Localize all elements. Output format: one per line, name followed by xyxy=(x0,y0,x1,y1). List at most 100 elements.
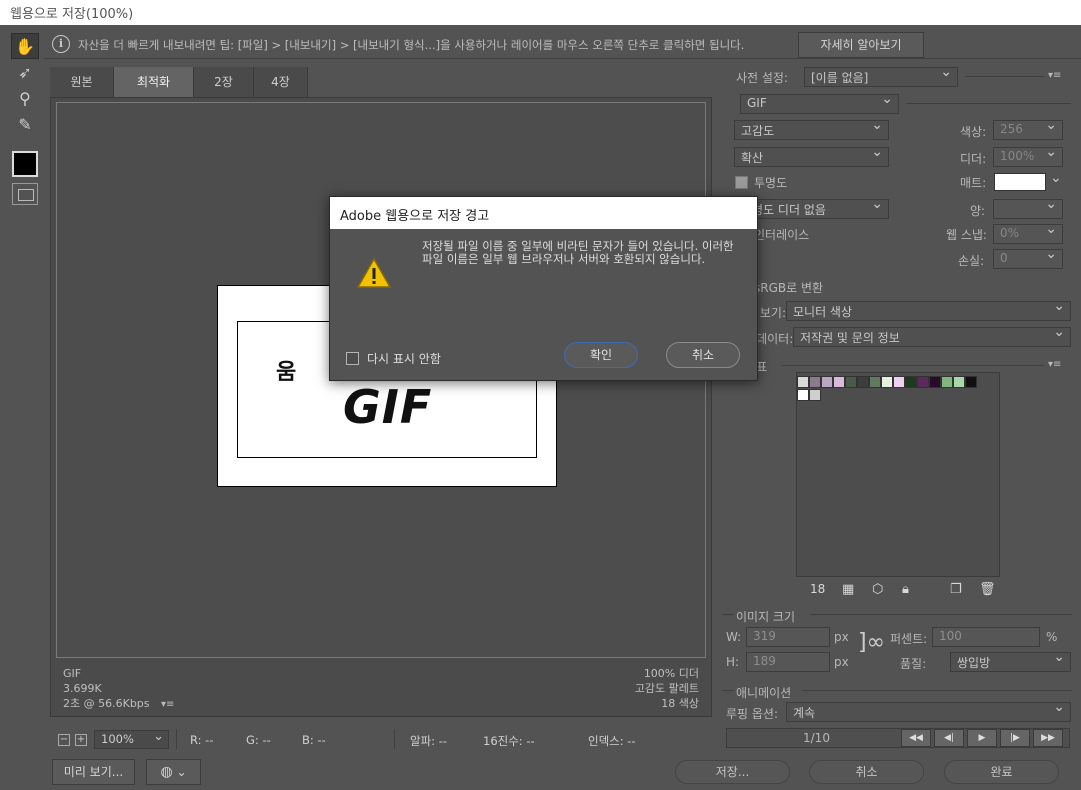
zoom-select[interactable]: 100% ⌄ xyxy=(94,729,169,749)
speed-menu-icon[interactable]: ▾≡ xyxy=(161,699,174,710)
web-shift-icon[interactable]: ⬡ xyxy=(872,582,883,597)
matte-label: 매트: xyxy=(960,176,987,190)
web-snap-select[interactable]: 0% xyxy=(993,224,1063,244)
color-cell[interactable] xyxy=(905,376,917,388)
learn-more-button[interactable]: 자세히 알아보기 xyxy=(798,32,924,58)
eyedropper-color-swatch[interactable] xyxy=(12,151,38,177)
toggle-slices-icon[interactable] xyxy=(12,183,38,205)
optimized-info-right: 100% 디더 고감도 팔레트 18 색상 xyxy=(635,666,699,711)
delete-color-icon[interactable]: 🗑︎ xyxy=(979,582,996,597)
color-cell[interactable] xyxy=(857,376,869,388)
image-size-label: 이미지 크기 xyxy=(736,610,796,624)
divider xyxy=(802,690,1072,691)
color-cell[interactable] xyxy=(893,376,905,388)
preview-select[interactable]: 모니터 색상 xyxy=(786,301,1071,321)
constrain-link-icon[interactable]: ]∞ xyxy=(858,630,885,655)
play-icon[interactable]: ▶ xyxy=(967,729,997,747)
tab-optimized[interactable]: 최적화 xyxy=(114,67,194,97)
width-field[interactable]: 319 xyxy=(746,627,830,647)
amount-select[interactable] xyxy=(993,199,1063,219)
color-cell[interactable] xyxy=(869,376,881,388)
divider xyxy=(810,614,1072,615)
color-cell[interactable] xyxy=(941,376,953,388)
color-cell[interactable] xyxy=(821,376,833,388)
quality-select[interactable]: 쌍입방 xyxy=(950,652,1071,672)
tab-original[interactable]: 원본 xyxy=(50,67,114,97)
dialog-cancel-button[interactable]: 취소 xyxy=(666,342,740,368)
map-color-icon[interactable]: ▦ xyxy=(842,582,854,597)
last-frame-icon[interactable]: ▶▶ xyxy=(1033,729,1063,747)
height-unit: px xyxy=(834,655,849,669)
preview-image-char: 움 xyxy=(276,360,297,385)
color-cell[interactable] xyxy=(833,376,845,388)
color-cell[interactable] xyxy=(881,376,893,388)
zoom-out-button[interactable]: − xyxy=(58,734,70,746)
color-cell[interactable] xyxy=(845,376,857,388)
browser-select[interactable]: ◍ ⌄ xyxy=(146,759,201,785)
color-cell[interactable] xyxy=(809,389,821,401)
matte-swatch[interactable] xyxy=(994,173,1046,191)
hand-tool-icon[interactable]: ✋ xyxy=(11,33,39,59)
web-snap-label: 웹 스냅: xyxy=(946,228,987,242)
loop-select[interactable]: 계속 xyxy=(786,702,1071,722)
warning-icon xyxy=(356,257,392,288)
color-cell[interactable] xyxy=(965,376,977,388)
preset-select[interactable]: [이름 없음] xyxy=(804,67,958,87)
done-button[interactable]: 완료 xyxy=(944,760,1059,784)
optimized-info-left: GIF 3.699K 2초 @ 56.6Kbps ▾≡ xyxy=(63,666,174,712)
color-table[interactable] xyxy=(796,372,1000,577)
amount-label: 양: xyxy=(970,204,986,218)
dither-select[interactable]: 100% xyxy=(993,147,1063,167)
slice-select-tool-icon[interactable]: ➶ xyxy=(11,60,39,86)
percent-field[interactable]: 100 xyxy=(932,627,1040,647)
color-cell[interactable] xyxy=(929,376,941,388)
color-table-menu-icon[interactable]: ▾≡ xyxy=(1048,359,1061,370)
transparency-checkbox[interactable] xyxy=(735,176,748,189)
download-time-text: 2초 @ 56.6Kbps xyxy=(63,697,150,710)
width-unit: px xyxy=(834,630,849,644)
previous-frame-icon[interactable]: ◀| xyxy=(934,729,964,747)
dither-algorithm-select[interactable]: 확산 xyxy=(734,147,889,167)
zoom-tool-icon[interactable]: ⚲ xyxy=(11,86,39,112)
dont-show-again-checkbox[interactable] xyxy=(346,352,359,365)
color-cell[interactable] xyxy=(917,376,929,388)
browser-preview-button[interactable]: 미리 보기... xyxy=(52,759,135,785)
color-cell[interactable] xyxy=(797,376,809,388)
tab-2up[interactable]: 2장 xyxy=(194,67,254,97)
animation-section: 애니메이션 루핑 옵션: 계속 1/10 ◀◀ ◀| ▶ |▶ ▶▶ xyxy=(718,682,1081,752)
reduction-select[interactable]: 고감도 xyxy=(734,120,889,140)
chevron-down-icon[interactable]: ⌄ xyxy=(1050,170,1062,186)
dither-text: 100% 디더 xyxy=(643,667,699,680)
chevron-down-icon: ⌄ xyxy=(176,765,187,779)
next-frame-icon[interactable]: |▶ xyxy=(1000,729,1030,747)
colors-select[interactable]: 256 xyxy=(993,120,1063,140)
metadata-select[interactable]: 저작권 및 문의 정보 xyxy=(793,327,1071,347)
ok-button[interactable]: 확인 xyxy=(564,342,638,368)
color-cell[interactable] xyxy=(809,376,821,388)
lock-color-icon[interactable]: 🔒︎ xyxy=(902,582,909,597)
optimize-menu-icon[interactable]: ▾≡ xyxy=(1048,70,1061,81)
cancel-button[interactable]: 취소 xyxy=(809,760,924,784)
zoom-value: 100% xyxy=(101,732,134,746)
tool-strip: ✋ ➶ ⚲ ✎ xyxy=(8,31,42,215)
percent-label: 퍼센트: xyxy=(890,632,928,646)
lossy-select[interactable]: 0 xyxy=(993,249,1063,269)
new-color-icon[interactable]: ❐ xyxy=(950,582,962,597)
index-readout: 인덱스: -- xyxy=(588,734,636,748)
save-button[interactable]: 저장... xyxy=(675,760,790,784)
format-select[interactable]: GIF xyxy=(740,94,899,114)
height-field[interactable]: 189 xyxy=(746,652,830,672)
status-divider xyxy=(394,729,395,749)
dialog-message: 저장될 파일 이름 중 일부에 비라틴 문자가 들어 있습니다. 이러한 파일 … xyxy=(422,239,734,266)
dither-label: 디더: xyxy=(960,152,987,166)
color-cell[interactable] xyxy=(953,376,965,388)
animation-label: 애니메이션 xyxy=(736,686,792,700)
color-cell[interactable] xyxy=(797,389,809,401)
height-label: H: xyxy=(726,655,740,669)
settings-panel: 사전 설정: [이름 없음] ▾≡ GIF 고감도 색상: 256 확산 디더:… xyxy=(718,66,1081,606)
tab-4up[interactable]: 4장 xyxy=(254,67,308,97)
eyedropper-tool-icon[interactable]: ✎ xyxy=(11,112,39,138)
first-frame-icon[interactable]: ◀◀ xyxy=(901,729,931,747)
zoom-in-button[interactable]: + xyxy=(75,734,87,746)
info-icon: i xyxy=(52,35,70,53)
